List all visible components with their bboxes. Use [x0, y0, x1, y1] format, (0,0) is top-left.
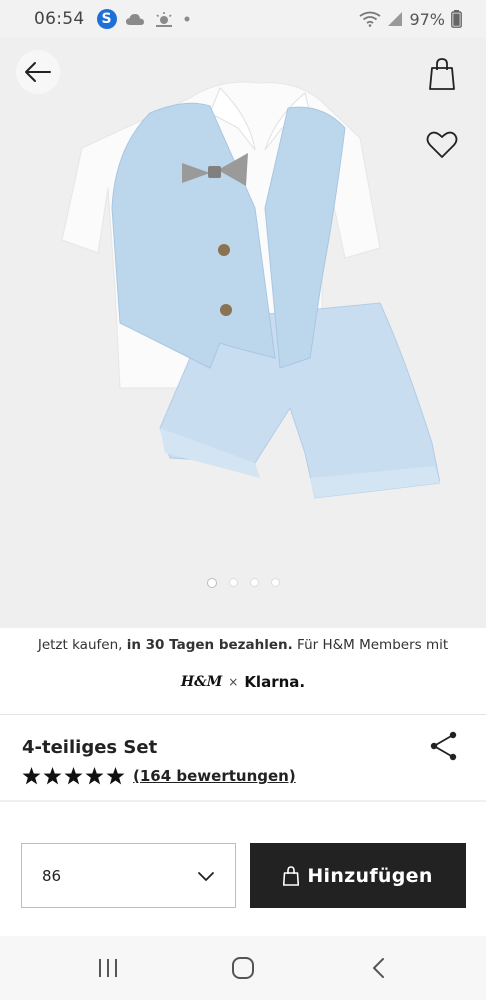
pagination-dot-active[interactable]: [206, 578, 217, 588]
battery-icon: [451, 10, 462, 28]
reviews-link[interactable]: (164 bewertungen): [133, 767, 296, 785]
share-icon: [430, 731, 457, 761]
home-button[interactable]: [223, 948, 263, 988]
product-title: 4-teiliges Set: [22, 737, 158, 758]
klarna-text-post: Für H&M Members mit: [292, 637, 449, 653]
shopping-bag-button[interactable]: [420, 52, 464, 96]
signal-icon: [388, 12, 403, 26]
arrow-left-icon: [25, 62, 51, 82]
pagination-dot[interactable]: [270, 578, 280, 587]
image-pagination: [0, 578, 486, 588]
status-right: 97%: [359, 10, 462, 29]
heart-icon: [426, 131, 458, 158]
recent-apps-icon: [98, 959, 117, 977]
status-icons: S: [96, 9, 191, 29]
status-bar: 06:54 S 97%: [0, 0, 486, 38]
shopping-bag-icon: [283, 865, 300, 886]
klarna-logos: H&M × Klarna.: [0, 673, 486, 691]
wifi-icon: [359, 11, 381, 27]
klarna-text-bold: in 30 Tagen bezahlen.: [126, 637, 293, 653]
logo-separator: ×: [228, 675, 239, 689]
favorite-button[interactable]: [420, 123, 464, 167]
star-icon: [22, 767, 41, 785]
status-time: 06:54: [34, 9, 85, 29]
rating-row: (164 bewertungen): [22, 767, 296, 785]
cloud-icon: [125, 14, 144, 25]
notification-dot-icon: [184, 16, 189, 22]
divider: [0, 800, 486, 802]
back-button[interactable]: [16, 50, 60, 94]
chevron-down-icon: [198, 871, 214, 881]
home-icon: [231, 957, 254, 979]
system-nav-bar: [0, 936, 486, 1000]
star-icon: [106, 767, 125, 785]
klarna-text-pre: Jetzt kaufen,: [37, 637, 127, 653]
s-app-icon: S: [96, 9, 117, 29]
pagination-dot[interactable]: [249, 578, 259, 587]
product-image: [61, 81, 440, 499]
weather-icon: [155, 12, 172, 27]
hm-logo: H&M: [180, 674, 223, 690]
product-image-gallery[interactable]: [0, 38, 486, 628]
pagination-dot[interactable]: [228, 578, 238, 587]
add-to-cart-button[interactable]: Hinzufügen: [250, 843, 466, 908]
star-rating: [22, 767, 125, 785]
share-button[interactable]: [428, 730, 460, 762]
star-icon: [85, 767, 104, 785]
add-to-cart-label: Hinzufügen: [307, 864, 433, 887]
system-back-button[interactable]: [358, 948, 398, 988]
battery-percent: 97%: [409, 9, 445, 29]
klarna-logo: Klarna.: [244, 673, 306, 691]
back-chevron-icon: [373, 958, 385, 978]
recent-apps-button[interactable]: [88, 948, 128, 988]
klarna-promo-text: Jetzt kaufen, in 30 Tagen bezahlen. Für …: [0, 637, 486, 653]
shopping-bag-icon: [429, 58, 455, 90]
divider: [0, 714, 486, 715]
star-icon: [64, 767, 83, 785]
size-select[interactable]: 86: [21, 843, 236, 908]
star-icon: [43, 767, 62, 785]
size-value: 86: [42, 866, 62, 885]
